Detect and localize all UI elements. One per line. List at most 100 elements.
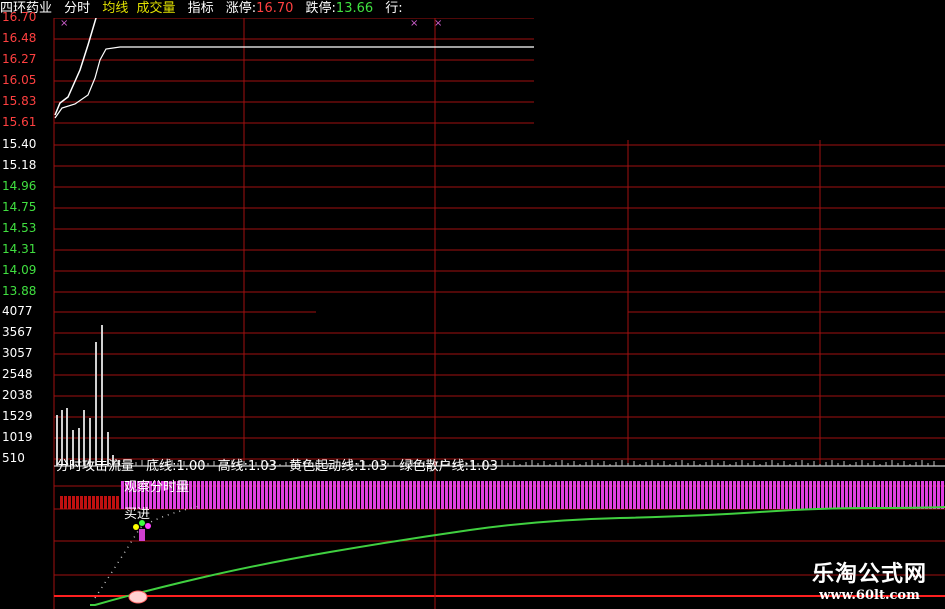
band-bar bbox=[533, 481, 536, 509]
band-bar bbox=[757, 481, 760, 509]
band-bar bbox=[409, 481, 412, 509]
band-bar bbox=[897, 481, 900, 509]
band-bar bbox=[797, 481, 800, 509]
band-bar bbox=[193, 481, 196, 509]
band-bar bbox=[785, 481, 788, 509]
band-bar bbox=[489, 481, 492, 509]
band-bar bbox=[733, 481, 736, 509]
band-bar bbox=[341, 481, 344, 509]
band-bar bbox=[673, 481, 676, 509]
band-bar bbox=[677, 481, 680, 509]
limit-marker-icon: × bbox=[410, 18, 418, 29]
band-bar-red bbox=[76, 496, 79, 509]
band-bar bbox=[625, 481, 628, 509]
band-bar bbox=[401, 481, 404, 509]
band-bar bbox=[701, 481, 704, 509]
band-bar bbox=[217, 481, 220, 509]
band-bar bbox=[393, 481, 396, 509]
band-bar bbox=[609, 481, 612, 509]
band-bar bbox=[813, 481, 816, 509]
band-bar bbox=[729, 481, 732, 509]
band-bar bbox=[777, 481, 780, 509]
limit-down-value: 13.66 bbox=[335, 1, 374, 16]
band-bar bbox=[525, 481, 528, 509]
band-bar bbox=[769, 481, 772, 509]
band-bar-red bbox=[96, 496, 99, 509]
indicator-param-yellow: 黄色起动线:1.03 bbox=[289, 459, 388, 474]
band-bar bbox=[589, 481, 592, 509]
band-bar-red bbox=[116, 496, 119, 509]
volume-flow-band bbox=[60, 481, 944, 509]
band-bar bbox=[745, 481, 748, 509]
band-bar bbox=[349, 481, 352, 509]
tab-volume[interactable]: 成交量 bbox=[136, 0, 175, 18]
band-bar bbox=[305, 481, 308, 509]
band-bar bbox=[417, 481, 420, 509]
band-bar bbox=[541, 481, 544, 509]
price-tick-label: 15.83 bbox=[2, 94, 37, 108]
band-bar bbox=[325, 481, 328, 509]
watermark: 乐淘公式网 www.60lt.com bbox=[812, 556, 927, 603]
band-bar bbox=[465, 481, 468, 509]
band-bar bbox=[481, 481, 484, 509]
indicator-name[interactable]: 分时攻击流量 bbox=[56, 459, 134, 474]
tab-indicator[interactable]: 指标 bbox=[188, 0, 214, 18]
price-tick-label: 14.09 bbox=[2, 263, 37, 277]
volume-tick-label: 1529 bbox=[2, 409, 33, 423]
band-bar bbox=[241, 481, 244, 509]
band-bar bbox=[841, 481, 844, 509]
band-bar bbox=[285, 481, 288, 509]
band-bar bbox=[937, 481, 940, 509]
band-bar bbox=[901, 481, 904, 509]
header-trailing: 行: bbox=[385, 1, 403, 16]
band-bar bbox=[209, 481, 212, 509]
band-bar bbox=[585, 481, 588, 509]
band-bar bbox=[317, 481, 320, 509]
band-bar bbox=[445, 481, 448, 509]
band-bar bbox=[353, 481, 356, 509]
limit-up-label: 涨停: bbox=[225, 1, 257, 16]
band-bar bbox=[873, 481, 876, 509]
band-bar bbox=[657, 481, 660, 509]
band-bar bbox=[453, 481, 456, 509]
band-bar bbox=[537, 481, 540, 509]
band-bar bbox=[273, 481, 276, 509]
band-label: 观察分时量 bbox=[124, 480, 190, 495]
band-bar bbox=[277, 481, 280, 509]
band-bar bbox=[521, 481, 524, 509]
band-bar bbox=[825, 481, 828, 509]
band-bar bbox=[597, 481, 600, 509]
band-bar bbox=[917, 481, 920, 509]
band-bar bbox=[245, 481, 248, 509]
band-bar bbox=[913, 481, 916, 509]
band-bar bbox=[885, 481, 888, 509]
band-bar bbox=[253, 481, 256, 509]
band-bar bbox=[849, 481, 852, 509]
band-bar-red bbox=[72, 496, 75, 509]
band-bar bbox=[473, 481, 476, 509]
band-bar bbox=[297, 481, 300, 509]
band-bar bbox=[613, 481, 616, 509]
limit-up-value: 16.70 bbox=[256, 1, 294, 16]
volume-tick-label: 1019 bbox=[2, 430, 33, 444]
band-bar bbox=[329, 481, 332, 509]
band-bar bbox=[321, 481, 324, 509]
band-bar bbox=[681, 481, 684, 509]
band-bar bbox=[457, 481, 460, 509]
band-bar bbox=[933, 481, 936, 509]
band-bar bbox=[549, 481, 552, 509]
band-bar bbox=[365, 481, 368, 509]
price-tick-label: 15.61 bbox=[2, 115, 37, 129]
band-bar bbox=[893, 481, 896, 509]
band-bar bbox=[333, 481, 336, 509]
tab-time-share[interactable]: 分时 bbox=[64, 0, 90, 18]
band-bar bbox=[685, 481, 688, 509]
band-bar bbox=[213, 481, 216, 509]
band-bar bbox=[429, 481, 432, 509]
band-bar-red bbox=[108, 496, 111, 509]
band-bar bbox=[361, 481, 364, 509]
band-bar-red bbox=[104, 496, 107, 509]
tab-average-line[interactable]: 均线 bbox=[102, 0, 128, 18]
price-tick-label: 14.31 bbox=[2, 242, 37, 256]
band-bar bbox=[705, 481, 708, 509]
